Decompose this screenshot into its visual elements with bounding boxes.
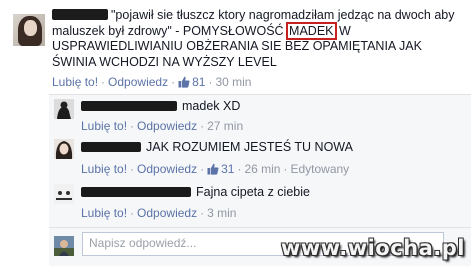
reply-body: madek XD bbox=[182, 99, 241, 113]
avatar[interactable] bbox=[13, 14, 45, 46]
divider bbox=[49, 94, 471, 95]
separator: · bbox=[237, 162, 242, 176]
separator: · bbox=[130, 162, 135, 176]
thumbs-up-icon bbox=[207, 163, 219, 175]
like-link[interactable]: Lubię to! bbox=[81, 119, 127, 133]
timestamp[interactable]: 26 min bbox=[244, 162, 280, 176]
separator: · bbox=[200, 119, 205, 133]
avatar-image bbox=[54, 236, 74, 256]
avatar-face bbox=[24, 20, 37, 36]
thumbs-up-icon bbox=[178, 76, 190, 88]
separator: · bbox=[200, 206, 205, 220]
comment-thread: "pojawił sie tłuszcz ktory nagromadziłam… bbox=[0, 0, 471, 266]
main-comment: "pojawił sie tłuszcz ktory nagromadziłam… bbox=[0, 0, 471, 96]
reply-body: JAK ROZUMIEM JESTEŚ TU NOWA bbox=[146, 140, 353, 154]
watermark: www.wiocha.pl bbox=[280, 236, 465, 260]
avatar[interactable] bbox=[54, 184, 74, 204]
avatar-image bbox=[54, 99, 74, 119]
reply-text: madek XD bbox=[81, 99, 240, 114]
redacted-author-name[interactable] bbox=[52, 9, 108, 20]
avatar[interactable] bbox=[54, 99, 74, 119]
replies-container: madek XD Lubię to! · Odpowiedz · 27 min JAK … bbox=[49, 94, 471, 234]
comment-text-part1: "pojawił sie tłuszcz ktory nagromadziłam… bbox=[52, 8, 455, 38]
redacted-author-name[interactable] bbox=[81, 142, 141, 152]
avatar-image bbox=[54, 139, 74, 159]
reply-link[interactable]: Odpowiedz bbox=[137, 206, 197, 220]
reply-body: Fajna cipeta z ciebie bbox=[196, 185, 310, 199]
reply-actions: Lubię to! · Odpowiedz · 3 min bbox=[81, 206, 236, 220]
separator: · bbox=[130, 206, 135, 220]
reply-actions: Lubię to! · Odpowiedz · 27 min bbox=[81, 119, 243, 133]
separator: · bbox=[283, 162, 288, 176]
timestamp[interactable]: 27 min bbox=[207, 119, 243, 133]
separator: · bbox=[101, 75, 106, 89]
reply-link[interactable]: Odpowiedz bbox=[108, 75, 168, 89]
redacted-author-name[interactable] bbox=[81, 101, 177, 111]
like-count[interactable]: 31 bbox=[221, 162, 234, 176]
timestamp[interactable]: 30 min bbox=[215, 75, 251, 89]
separator: · bbox=[171, 75, 176, 89]
reply-link[interactable]: Odpowiedz bbox=[137, 162, 197, 176]
separator: · bbox=[208, 75, 213, 89]
divider bbox=[49, 227, 471, 228]
comment-actions: Lubię to! · Odpowiedz · 81 · 30 min bbox=[52, 75, 251, 89]
avatar bbox=[54, 236, 74, 256]
timestamp[interactable]: 3 min bbox=[207, 206, 236, 220]
avatar-image bbox=[54, 184, 74, 204]
highlighted-word: MADEK bbox=[286, 21, 337, 40]
reply-link[interactable]: Odpowiedz bbox=[137, 119, 197, 133]
avatar[interactable] bbox=[54, 139, 74, 159]
like-link[interactable]: Lubię to! bbox=[52, 75, 98, 89]
redacted-author-name[interactable] bbox=[81, 187, 191, 197]
reply-text: Fajna cipeta z ciebie bbox=[81, 185, 310, 200]
reply-actions: Lubię to! · Odpowiedz · 31 · 26 min · Edytowany bbox=[81, 162, 349, 176]
edited-label[interactable]: Edytowany bbox=[290, 162, 349, 176]
reply-text: JAK ROZUMIEM JESTEŚ TU NOWA bbox=[81, 140, 353, 155]
separator: · bbox=[200, 162, 205, 176]
like-count[interactable]: 81 bbox=[192, 75, 205, 89]
separator: · bbox=[130, 119, 135, 133]
comment-text: "pojawił sie tłuszcz ktory nagromadziłam… bbox=[52, 8, 464, 70]
like-link[interactable]: Lubię to! bbox=[81, 162, 127, 176]
like-link[interactable]: Lubię to! bbox=[81, 206, 127, 220]
